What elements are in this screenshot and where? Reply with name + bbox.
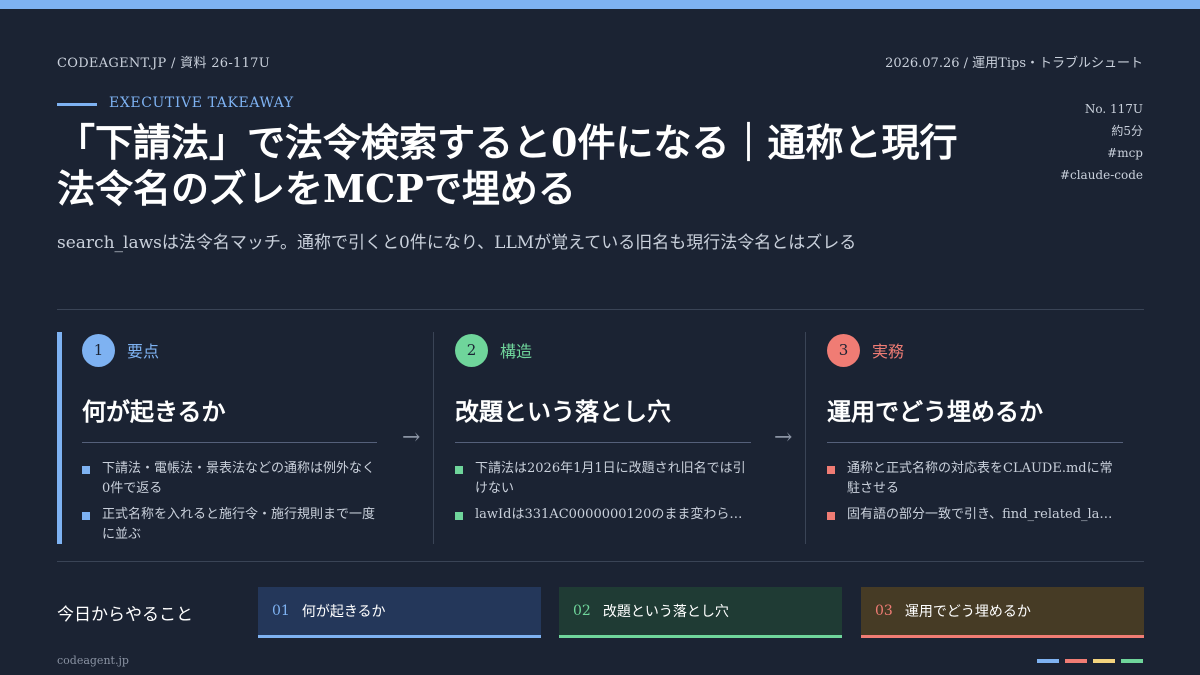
column-key-point: 1 要点 何が起きるか 下請法・電帳法・景表法などの通称は例外なく0件で返る 正… (57, 332, 377, 544)
todo-number: 03 (875, 603, 893, 619)
swatch-yellow (1093, 659, 1115, 663)
column-label: 構造 (500, 342, 533, 361)
kicker: EXECUTIVE TAKEAWAY (109, 95, 294, 111)
column-practice: 3 実務 運用でどう埋めるか 通称と正式名称の対応表をCLAUDE.mdに常駐さ… (805, 332, 1125, 544)
bullet-item: 固有語の部分一致で引き、find_related_la… (827, 505, 1123, 525)
todo-number: 01 (272, 603, 290, 619)
todo-item-3[interactable]: 03 運用でどう埋めるか (861, 587, 1144, 638)
header-meta-left: CODEAGENT.JP / 資料 26-117U (57, 52, 270, 71)
column-heading: 何が起きるか (82, 397, 226, 426)
top-accent-bar (0, 0, 1200, 9)
column-rule (82, 442, 377, 443)
side-meta: No. 117U 約5分 #mcp #claude-code (1060, 98, 1143, 186)
separator: / (963, 56, 969, 71)
column-label: 実務 (872, 342, 905, 361)
step-badge: 1 (82, 333, 115, 367)
doc-id: 資料 26-117U (180, 56, 271, 71)
bullet-item: 正式名称を入れると施行令・施行規則まで一度に並ぶ (82, 505, 377, 544)
todo-item-2[interactable]: 02 改題という落とし穴 (559, 587, 842, 638)
todo-text: 何が起きるか (301, 604, 386, 620)
bullet-item: lawIdは331AC0000000120のまま変わら… (455, 505, 751, 525)
tag-mcp[interactable]: #mcp (1060, 142, 1143, 164)
separator: / (171, 56, 176, 71)
bullet-square-icon (82, 512, 90, 520)
category: 運用Tips・トラブルシュート (972, 56, 1143, 71)
page-subtitle: search_lawsは法令名マッチ。通称で引くと0件になり、LLMが覚えている… (57, 233, 857, 253)
column-rule (827, 442, 1123, 443)
swatch-green (1121, 659, 1143, 663)
todo-item-1[interactable]: 01 何が起きるか (258, 587, 541, 638)
todo-text: 改題という落とし穴 (602, 604, 729, 620)
todo-label: 今日からやること (57, 605, 193, 625)
swatch-blue (1037, 659, 1059, 663)
swatch-red (1065, 659, 1087, 663)
divider (57, 309, 1144, 310)
bullet-square-icon (827, 466, 835, 474)
page-title: 「下請法」で法令検索すると0件になる｜通称と現行法令名のズレをMCPで埋める (57, 120, 958, 211)
color-swatches (1037, 659, 1143, 663)
column-heading: 運用でどう埋めるか (827, 397, 1043, 426)
tag-claude-code[interactable]: #claude-code (1060, 164, 1143, 186)
arrow-icon: → (774, 425, 793, 450)
column-heading: 改題という落とし穴 (455, 397, 671, 426)
bullet-square-icon (827, 512, 835, 520)
step-badge: 3 (827, 333, 860, 367)
column-rule (455, 442, 751, 443)
date: 2026.07.26 (885, 56, 960, 71)
todo-number: 02 (573, 603, 591, 619)
bullet-square-icon (455, 466, 463, 474)
divider (57, 561, 1144, 562)
bullet-item: 下請法・電帳法・景表法などの通称は例外なく0件で返る (82, 459, 377, 499)
step-badge: 2 (455, 333, 488, 367)
reading-time: 約5分 (1111, 124, 1143, 138)
bullet-square-icon (82, 466, 90, 474)
column-label: 要点 (127, 342, 160, 361)
todo-text: 運用でどう埋めるか (904, 604, 1031, 620)
site-name: CODEAGENT.JP (57, 56, 167, 71)
header-meta-right: 2026.07.26 / 運用Tips・トラブルシュート (885, 52, 1143, 71)
bullet-square-icon (455, 512, 463, 520)
doc-number: No. 117U (1084, 102, 1143, 116)
kicker-line (57, 103, 97, 106)
bullet-item: 下請法は2026年1月1日に改題され旧名では引けない (455, 459, 751, 499)
footer-site[interactable]: codeagent.jp (57, 654, 129, 667)
arrow-icon: → (402, 425, 421, 450)
column-structure: 2 構造 改題という落とし穴 下請法は2026年1月1日に改題され旧名では引けな… (433, 332, 751, 544)
bullet-item: 通称と正式名称の対応表をCLAUDE.mdに常駐させる (827, 459, 1123, 499)
